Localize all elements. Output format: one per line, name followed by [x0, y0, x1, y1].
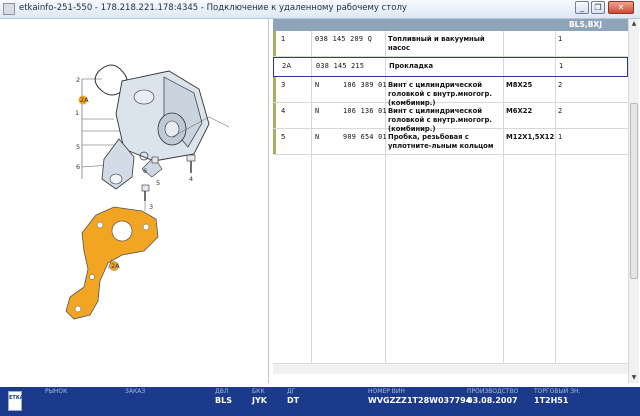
row-accent: [273, 103, 276, 128]
row-qty: 2: [558, 81, 563, 89]
header-engine-codes: BLS,BXJ: [568, 20, 602, 29]
scrollbar-thumb[interactable]: [630, 103, 638, 279]
row-pos: 2A: [282, 62, 291, 70]
row-new-mark: N: [315, 81, 320, 89]
row-description: Прокладка: [389, 62, 434, 70]
row-part-number: 909 654 01: [343, 133, 387, 141]
status-field-order: ЗАКАЗ: [125, 388, 145, 396]
callout-6-left: 6: [76, 163, 80, 171]
status-field-engine: ДВЛ BLS: [215, 388, 232, 406]
application-frame: 2 2A 1 5 6 6 5 4 3 2A BLS,BXJ 1 038 145 …: [0, 19, 640, 387]
row-spec: M6X22: [506, 107, 533, 115]
status-field-production: ПРОИЗВОДСТВО 03.08.2007: [467, 388, 518, 406]
status-field-gearbox: БКК JYK: [252, 388, 267, 406]
window-titlebar: etkainfo-251-550 - 178.218.221.178:4345 …: [0, 0, 640, 19]
row-qty: 1: [558, 35, 563, 43]
status-label: РЫНОК: [45, 388, 68, 395]
status-label: БКК: [252, 388, 265, 395]
row-spec: M8X25: [506, 81, 533, 89]
row-pos: 4: [281, 107, 286, 115]
status-value: BLS: [215, 396, 232, 405]
row-qty: 2: [558, 107, 563, 115]
row-part-number: 106 389 01: [343, 81, 387, 89]
parts-table-header: BLS,BXJ: [273, 19, 628, 31]
status-field-vin: НОМЕР ВИН WVGZZZ1T28W037794: [368, 388, 471, 406]
row-description: Топливный и вакуумный насос: [388, 35, 485, 52]
callout-1: 1: [75, 109, 79, 117]
callout-2: 2: [76, 76, 80, 84]
callout-3: 3: [149, 203, 153, 211]
row-pos: 1: [281, 35, 286, 43]
etka-logo-text: ETKA: [9, 395, 24, 401]
status-field-market: РЫНОК: [45, 388, 67, 396]
status-value: 1T2H51: [534, 396, 569, 405]
status-value: JYK: [252, 396, 267, 405]
etka-logo[interactable]: ETKA: [8, 391, 24, 411]
restore-button[interactable]: ❐: [591, 1, 605, 14]
status-field-trademark: ТОРГОВЫЙ ЗН. 1T2H51: [534, 388, 580, 406]
minimize-button[interactable]: _: [575, 1, 589, 14]
callout-5: 5: [156, 179, 160, 187]
scroll-down-icon[interactable]: ▼: [629, 373, 639, 383]
horizontal-scrollbar[interactable]: [273, 363, 628, 374]
row-accent: [273, 77, 276, 102]
row-pos: 5: [281, 133, 286, 141]
status-label: ТОРГОВЫЙ ЗН.: [534, 388, 581, 395]
row-qty: 1: [559, 62, 564, 70]
status-value: 03.08.2007: [467, 396, 518, 405]
callout-4: 4: [189, 175, 193, 183]
remote-desktop-icon: [3, 3, 15, 15]
callout-2a-gasket: 2A: [111, 262, 120, 270]
status-field-dg: ДГ DT: [287, 388, 299, 406]
callout-2a: 2A: [80, 96, 89, 104]
row-pos: 3: [281, 81, 286, 89]
row-accent: [273, 31, 276, 56]
status-bar: ETKA РЫНОК ЗАКАЗ ДВЛ BLS БКК JYK ДГ DT Н…: [0, 387, 640, 416]
callout-6: 6: [143, 167, 147, 175]
row-description: Пробка, резьбовая с уплотните-льным коль…: [388, 133, 494, 150]
close-button[interactable]: ✕: [608, 1, 634, 14]
row-part-number: 038 145 215: [316, 62, 365, 70]
callout-5-left: 5: [76, 143, 80, 151]
row-part-number: 038 145 209 Q: [315, 35, 373, 43]
table-row-selected[interactable]: 2A 038 145 215 Прокладка 1: [273, 57, 628, 77]
row-accent: [273, 129, 276, 154]
status-label: ЗАКАЗ: [125, 388, 146, 395]
window-title: etkainfo-251-550 - 178.218.221.178:4345 …: [19, 3, 407, 13]
exploded-parts-diagram: 2 2A 1 5 6 6 5 4 3 2A: [65, 64, 230, 320]
callout-2a-gasket-marker[interactable]: 2A: [109, 261, 121, 271]
table-row[interactable]: 3 N 106 389 01 Винт с цилиндрической гол…: [273, 77, 628, 107]
row-part-number: 106 136 01: [343, 107, 387, 115]
scroll-up-icon[interactable]: ▲: [629, 19, 639, 29]
status-label: ДВЛ: [215, 388, 229, 395]
table-row[interactable]: 4 N 106 136 01 Винт с цилиндрической гол…: [273, 103, 628, 133]
row-spec: M12X1,5X12: [506, 133, 555, 141]
callout-2a-marker[interactable]: 2A: [78, 95, 90, 105]
vertical-scrollbar[interactable]: ▲ ▼: [628, 19, 639, 383]
status-value: WVGZZZ1T28W037794: [368, 396, 472, 405]
table-row[interactable]: 1 038 145 209 Q Топливный и вакуумный на…: [273, 31, 628, 57]
status-label: ДГ: [287, 388, 296, 395]
table-row[interactable]: 5 N 909 654 01 Пробка, резьбовая с уплот…: [273, 129, 628, 155]
status-label: НОМЕР ВИН: [368, 388, 405, 395]
row-new-mark: N: [315, 107, 320, 115]
status-value: DT: [287, 396, 300, 405]
row-new-mark: N: [315, 133, 320, 141]
row-qty: 1: [558, 133, 563, 141]
illustration-pane[interactable]: 2 2A 1 5 6 6 5 4 3 2A: [4, 19, 269, 383]
parts-list-pane: BLS,BXJ 1 038 145 209 Q Топливный и ваку…: [273, 19, 628, 383]
status-label: ПРОИЗВОДСТВО: [467, 388, 519, 395]
